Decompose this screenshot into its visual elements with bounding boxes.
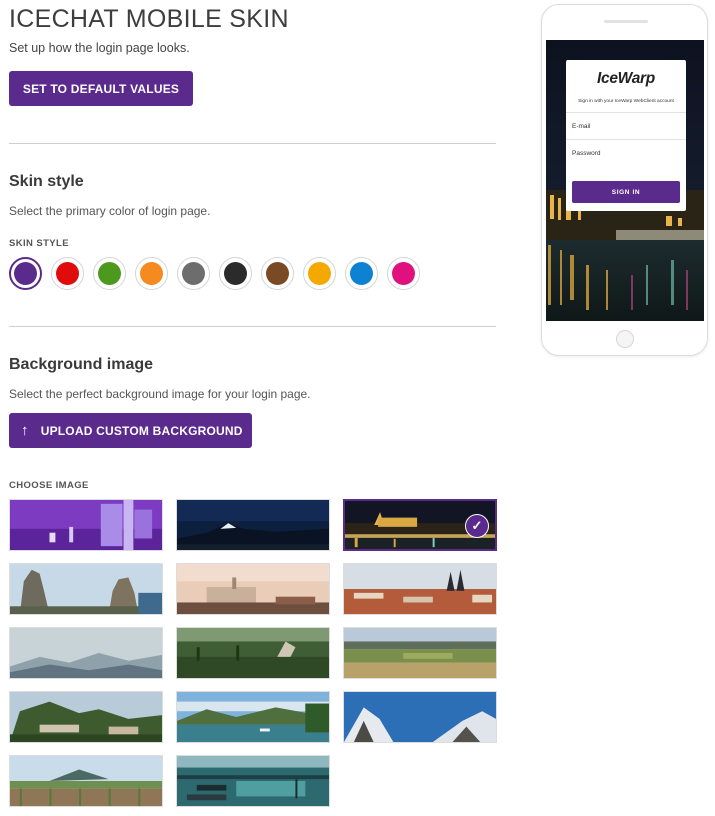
background-thumb-harbor-boats[interactable]: [176, 755, 330, 807]
thumbnail-image: [10, 500, 162, 550]
thumbnail-image: [10, 564, 162, 614]
color-dot: [350, 262, 373, 285]
phone-preview: IceWarp Sign in with your IceWarp WebCli…: [541, 4, 708, 356]
color-swatches: [9, 257, 496, 290]
color-dot: [56, 262, 79, 285]
color-swatch-gray[interactable]: [177, 257, 210, 290]
checkmark-icon: ✓: [465, 514, 489, 538]
thumbnail-image: [177, 692, 329, 742]
background-thumb-prague-castle-night[interactable]: ✓: [343, 499, 497, 551]
thumbnail-image: [344, 564, 496, 614]
thumbnail-image: [177, 500, 329, 550]
background-thumb-purple-abstract[interactable]: [9, 499, 163, 551]
choose-image-label: CHOOSE IMAGE: [9, 480, 89, 491]
thumbnail-image: [10, 692, 162, 742]
upload-background-button[interactable]: ↑ UPLOAD CUSTOM BACKGROUND: [9, 413, 252, 448]
thumbnail-image: [10, 628, 162, 678]
background-description: Select the perfect background image for …: [9, 387, 311, 401]
icewarp-logo: IceWarp: [597, 70, 655, 87]
phone-speaker: [604, 20, 648, 23]
background-thumb-snowy-peaks[interactable]: [343, 691, 497, 743]
upload-arrow-icon: ↑: [21, 422, 29, 439]
color-dot: [308, 262, 331, 285]
color-dot: [224, 262, 247, 285]
background-thumb-chateau-sunset[interactable]: [176, 563, 330, 615]
phone-screen: IceWarp Sign in with your IceWarp WebCli…: [546, 40, 704, 321]
color-swatch-amber[interactable]: [303, 257, 336, 290]
phone-home-button: [616, 330, 634, 348]
thumbnail-image: [177, 564, 329, 614]
color-dot: [98, 262, 121, 285]
color-swatch-brown[interactable]: [261, 257, 294, 290]
thumbnail-image: [344, 628, 496, 678]
color-dot: [182, 262, 205, 285]
skin-style-description: Select the primary color of login page.: [9, 204, 211, 218]
divider: [9, 143, 496, 144]
background-title: Background image: [9, 356, 154, 373]
divider: [9, 326, 496, 327]
background-thumb-mountain-lake[interactable]: [176, 691, 330, 743]
thumbnail-image: [344, 692, 496, 742]
background-thumb-countryside-fields[interactable]: [343, 627, 497, 679]
background-thumb-forest-valley[interactable]: [176, 627, 330, 679]
skin-style-label: SKIN STYLE: [9, 238, 69, 249]
color-dot: [266, 262, 289, 285]
page-title: ICECHAT MOBILE SKIN: [9, 5, 289, 33]
color-swatch-purple[interactable]: [9, 257, 42, 290]
signin-button[interactable]: SIGN IN: [572, 181, 680, 203]
login-card: IceWarp Sign in with your IceWarp WebCli…: [566, 60, 686, 211]
background-image-grid: ✓: [9, 499, 497, 807]
upload-button-label: UPLOAD CUSTOM BACKGROUND: [40, 423, 243, 438]
settings-panel: ICECHAT MOBILE SKIN Set up how the login…: [9, 0, 497, 807]
background-thumb-misty-hills[interactable]: [9, 627, 163, 679]
background-thumb-vineyard[interactable]: [9, 755, 163, 807]
set-default-button[interactable]: SET TO DEFAULT VALUES: [9, 71, 193, 106]
color-swatch-black[interactable]: [219, 257, 252, 290]
color-swatch-blue[interactable]: [345, 257, 378, 290]
color-swatch-green[interactable]: [93, 257, 126, 290]
skin-style-title: Skin style: [9, 173, 84, 190]
color-swatch-red[interactable]: [51, 257, 84, 290]
email-field[interactable]: E-mail: [566, 112, 686, 139]
background-thumb-rock-formations[interactable]: [9, 563, 163, 615]
color-dot: [140, 262, 163, 285]
background-thumb-old-town-square[interactable]: [343, 563, 497, 615]
page-subtitle: Set up how the login page looks.: [9, 41, 190, 55]
thumbnail-image: [177, 756, 329, 806]
signin-instructions: Sign in with your IceWarp WebClient acco…: [578, 99, 674, 104]
color-dot: [14, 262, 37, 285]
background-thumb-night-mountain[interactable]: [176, 499, 330, 551]
thumbnail-image: [10, 756, 162, 806]
color-swatch-pink[interactable]: [387, 257, 420, 290]
thumbnail-image: [177, 628, 329, 678]
background-thumb-rocky-town[interactable]: [9, 691, 163, 743]
color-swatch-orange[interactable]: [135, 257, 168, 290]
color-dot: [392, 262, 415, 285]
password-field[interactable]: Password: [566, 139, 686, 166]
